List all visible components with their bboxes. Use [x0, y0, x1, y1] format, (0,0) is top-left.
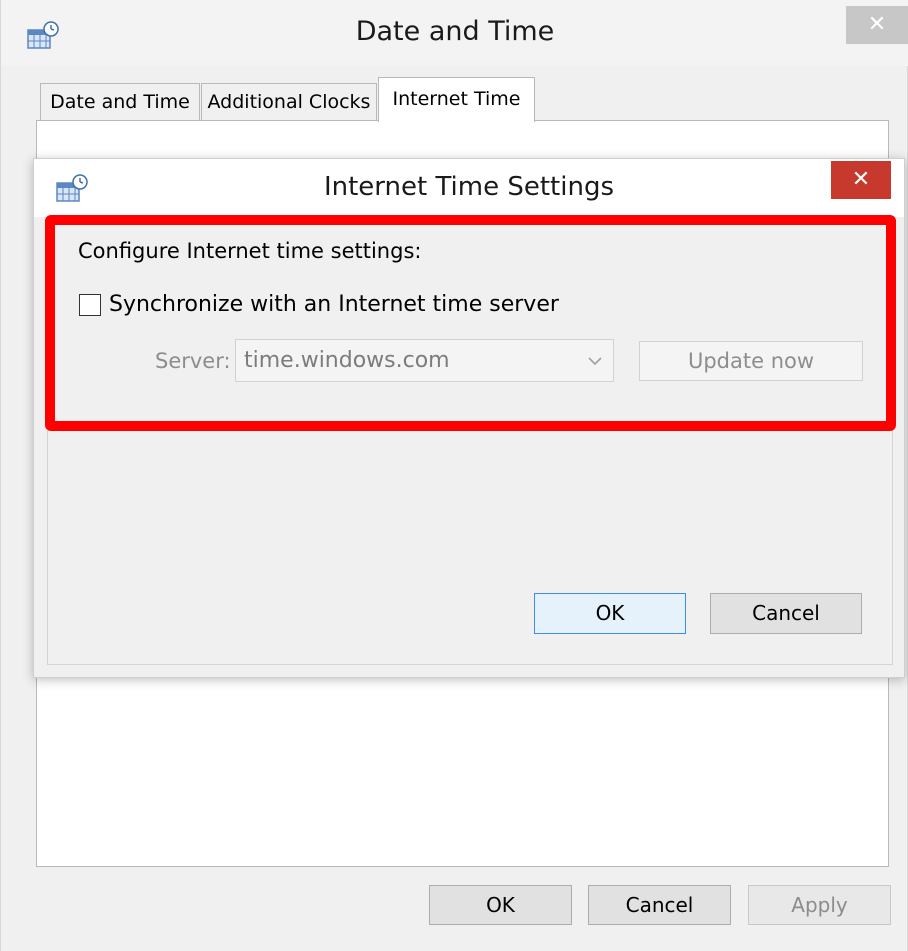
dialog-title-bar: Internet Time Settings ✕: [34, 159, 904, 217]
apply-button[interactable]: Apply: [748, 885, 891, 925]
dialog-close-button[interactable]: ✕: [831, 161, 891, 199]
red-highlight-box: [45, 215, 896, 431]
dialog-title: Internet Time Settings: [323, 172, 615, 202]
cancel-button[interactable]: Cancel: [588, 885, 731, 925]
ok-button-label: OK: [595, 601, 625, 625]
close-button[interactable]: ✕: [846, 6, 908, 44]
cancel-button-label: Cancel: [752, 601, 820, 625]
ok-button[interactable]: OK: [429, 885, 572, 925]
close-icon: ✕: [867, 12, 887, 37]
tab-label: Date and Time: [50, 91, 190, 113]
window-title: Date and Time: [355, 16, 555, 47]
tab-label: Additional Clocks: [207, 91, 371, 113]
ok-button-label: OK: [486, 893, 515, 917]
tab-label: Internet Time: [392, 88, 521, 110]
dialog-cancel-button[interactable]: Cancel: [710, 593, 862, 634]
close-icon: ✕: [851, 167, 871, 192]
internet-time-settings-dialog: Internet Time Settings ✕ Configure Inter…: [33, 158, 905, 678]
tab-internet-time[interactable]: Internet Time: [378, 77, 535, 122]
tab-date-and-time[interactable]: Date and Time: [40, 83, 200, 121]
cancel-button-label: Cancel: [625, 893, 694, 917]
title-bar: Date and Time ✕: [1, 0, 908, 66]
tab-additional-clocks[interactable]: Additional Clocks: [201, 83, 377, 121]
dialog-ok-button[interactable]: OK: [534, 593, 686, 634]
apply-button-label: Apply: [791, 893, 848, 917]
